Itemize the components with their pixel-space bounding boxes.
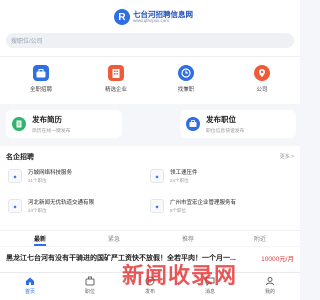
quick-links: 全职招聘 精选企业 找兼职 公司 xyxy=(0,56,300,104)
quick-link-fulltime[interactable]: 全职招聘 xyxy=(26,61,56,93)
company-logo: ◆ xyxy=(8,169,22,183)
company-name: 广州市宜宏企业管理服务有 xyxy=(170,200,237,206)
company-name: 领工速压件 xyxy=(170,170,198,176)
company-card[interactable]: ◆ 万城网络科技服务 21个职位 xyxy=(8,166,148,186)
quick-link-label: 全职招聘 xyxy=(29,87,52,93)
company-job-count: 21个职位 xyxy=(28,178,47,183)
nav-home[interactable]: 首页 xyxy=(16,276,44,295)
search-input[interactable]: 搜职位/公司 xyxy=(6,33,294,48)
nav-label: 我的 xyxy=(264,289,275,295)
resume-icon xyxy=(12,117,26,131)
clock-icon xyxy=(178,65,194,81)
watermark: 新闻收录网 xyxy=(122,264,238,289)
search-placeholder: 搜职位/公司 xyxy=(11,39,43,45)
tab-recommended[interactable]: 推荐 xyxy=(182,234,194,243)
location-pin-icon xyxy=(254,65,270,81)
promo-subtitle: 简历在线一键发布 xyxy=(32,129,71,134)
logo-mark: R xyxy=(114,9,130,25)
job-salary: 10000元/月 xyxy=(261,256,294,263)
home-icon xyxy=(25,276,35,286)
company-name: 万城网络科技服务 xyxy=(28,170,73,176)
company-name: 河北新闻无优轨道交通有限 xyxy=(28,200,95,206)
site-logo[interactable]: R 七台河招聘信息网 www.qthzpxx.com xyxy=(114,6,193,28)
tab-urgent[interactable]: 紧急 xyxy=(108,234,120,243)
promo-title: 发布简历 xyxy=(32,115,62,124)
section-title: 名企招聘 xyxy=(6,154,34,161)
quick-link-parttime[interactable]: 找兼职 xyxy=(171,61,201,93)
promo-title: 发布职位 xyxy=(206,115,236,124)
user-icon xyxy=(265,276,275,286)
featured-companies: 名企招聘 更多 > ◆ 万城网络科技服务 21个职位 ◆ 领工速压件 24个职位… xyxy=(0,146,300,230)
header: R 七台河招聘信息网 www.qthzpxx.com 搜职位/公司 xyxy=(0,0,300,58)
nav-jobs[interactable]: 职位 xyxy=(76,276,104,295)
quick-link-company[interactable]: 公司 xyxy=(247,61,277,93)
quick-link-label: 公司 xyxy=(256,87,268,93)
nav-label: 职位 xyxy=(84,289,95,295)
briefcase-icon xyxy=(33,65,49,81)
post-job-card[interactable]: 发布职位 职位信息快速发布 xyxy=(180,110,296,138)
company-job-count: 24个职位 xyxy=(28,208,47,213)
company-job-count: 24个职位 xyxy=(170,178,189,183)
quick-link-companies[interactable]: 精选企业 xyxy=(101,61,131,93)
nav-label: 首页 xyxy=(24,289,35,295)
company-job-count: 9个职位 xyxy=(170,208,187,213)
promo-subtitle: 职位信息快速发布 xyxy=(206,129,245,134)
quick-link-label: 找兼职 xyxy=(177,87,195,93)
nav-profile[interactable]: 我的 xyxy=(256,276,284,295)
site-domain: www.qthzpxx.com xyxy=(133,18,170,23)
post-job-icon xyxy=(186,117,200,131)
tab-latest[interactable]: 最新 xyxy=(34,234,46,243)
building-icon xyxy=(108,65,124,81)
company-card[interactable]: ◆ 广州市宜宏企业管理服务有 9个职位 xyxy=(150,196,290,216)
quick-link-label: 精选企业 xyxy=(104,87,127,93)
company-logo: ◆ xyxy=(150,199,164,213)
post-resume-card[interactable]: 发布简历 简历在线一键发布 xyxy=(6,110,122,138)
site-name: 七台河招聘信息网 xyxy=(133,9,193,19)
active-tab-indicator xyxy=(34,244,46,246)
job-tabs: 最新 紧急 推荐 附近 xyxy=(0,230,300,246)
company-logo: ◆ xyxy=(150,169,164,183)
more-link[interactable]: 更多 > xyxy=(280,153,294,160)
company-card[interactable]: ◆ 河北新闻无优轨道交通有限 24个职位 xyxy=(8,196,148,216)
company-logo: ◆ xyxy=(8,199,22,213)
briefcase-icon xyxy=(85,276,95,286)
company-card[interactable]: ◆ 领工速压件 24个职位 xyxy=(150,166,290,186)
tab-nearby[interactable]: 附近 xyxy=(254,234,266,243)
